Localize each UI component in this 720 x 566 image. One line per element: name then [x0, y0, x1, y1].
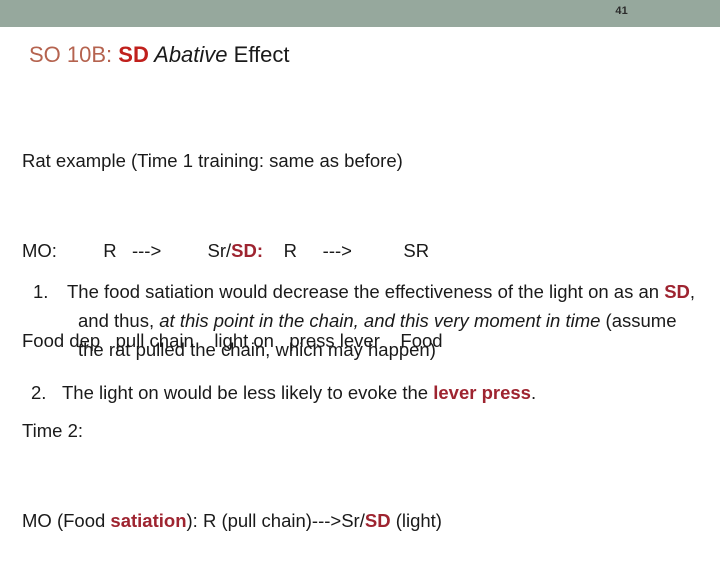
list-item-1-marker: 1. — [33, 281, 49, 302]
slide-title-prefix: SO 10B: — [29, 42, 119, 67]
list-item-2-text: The light on would be less likely to evo… — [62, 378, 700, 407]
contingency-time2-sd-term: SD — [364, 510, 391, 531]
contingency-time2-satiation-term: satiation — [110, 510, 187, 531]
list-item-2-part-b: . — [530, 382, 537, 403]
numbered-list: 1. The food satiation would decrease the… — [22, 277, 700, 407]
page-number: 41 — [615, 5, 628, 17]
list-item-1-text: The food satiation would decrease the ef… — [67, 277, 700, 364]
body-line-contingency-time2: MO (Food satiation): R (pull chain)--->S… — [22, 506, 702, 536]
contingency-time2-part-c: (light) — [390, 510, 442, 531]
slide-header-bar: 41 — [0, 0, 720, 27]
body-line-time2-heading: Time 2: — [22, 416, 702, 446]
list-item-2-marker: 2. — [31, 382, 47, 403]
list-item: 2. The light on would be less likely to … — [22, 378, 700, 407]
slide-title-emphasis: Abative — [148, 42, 228, 67]
body-line-contingency-time1: MO: R ---> Sr/SD: R ---> SR — [22, 236, 702, 266]
body-line-rat-example-text: Rat example (Time 1 training: same as be… — [22, 150, 403, 171]
list-item-1-sd-term: SD — [664, 281, 690, 302]
contingency-time2-part-b: ): R (pull chain)--->Sr/ — [186, 510, 365, 531]
time2-heading-text: Time 2: — [22, 420, 83, 441]
list-item-2-part-a: The light on would be less likely to evo… — [62, 382, 434, 403]
list-item-1-part-a: The food satiation would decrease the ef… — [67, 281, 665, 302]
slide-title-sd-term: SD — [118, 42, 149, 67]
slide-title-suffix: Effect — [227, 42, 290, 67]
slide-title: SO 10B: SD Abative Effect — [29, 42, 290, 68]
list-item-1-italic-emphasis: at this point in the chain, and this ver… — [159, 310, 601, 331]
contingency-time1-part-a: MO: R ---> Sr/ — [22, 240, 232, 261]
contingency-time2-part-a: MO (Food — [22, 510, 111, 531]
list-item-2-bold-term: lever press — [433, 382, 531, 403]
contingency-time1-part-b: R ---> SR — [263, 240, 430, 261]
contingency-time1-sd-term: SD: — [231, 240, 264, 261]
body-line-rat-example: Rat example (Time 1 training: same as be… — [22, 146, 702, 176]
list-item: 1. The food satiation would decrease the… — [22, 277, 700, 364]
